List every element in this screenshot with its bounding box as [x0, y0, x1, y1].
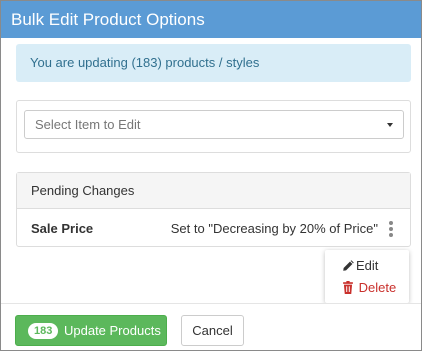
- update-count-badge: 183: [28, 323, 59, 339]
- pending-change-row: Sale Price Set to "Decreasing by 20% of …: [17, 210, 410, 247]
- pending-change-description: Set to "Decreasing by 20% of Price": [170, 221, 378, 236]
- select-item-dropdown[interactable]: Select Item to Edit: [24, 110, 404, 139]
- select-item-placeholder: Select Item to Edit: [35, 117, 141, 132]
- pending-changes-panel: Pending Changes Sale Price Set to "Decre…: [16, 172, 411, 247]
- update-products-button[interactable]: 183 Update Products: [15, 315, 167, 346]
- trash-icon: [343, 281, 353, 294]
- delete-menu-item[interactable]: Delete: [342, 278, 396, 298]
- vertical-ellipsis-icon[interactable]: [386, 221, 396, 237]
- select-item-panel: Select Item to Edit: [16, 100, 411, 153]
- info-alert: You are updating (183) products / styles: [16, 44, 411, 82]
- pending-change-field: Sale Price: [31, 221, 94, 236]
- delete-menu-label: Delete: [358, 280, 397, 295]
- caret-down-icon: [387, 123, 393, 127]
- bulk-edit-dialog: Bulk Edit Product Options You are updati…: [0, 0, 422, 351]
- pending-changes-header: Pending Changes: [17, 173, 410, 209]
- pencil-icon: [343, 260, 354, 271]
- dialog-footer: 183 Update Products Cancel: [1, 303, 421, 350]
- update-products-label: Update Products: [63, 323, 161, 338]
- edit-menu-item[interactable]: Edit: [342, 256, 378, 276]
- dialog-title: Bulk Edit Product Options: [1, 1, 421, 38]
- cancel-button[interactable]: Cancel: [181, 315, 244, 346]
- edit-menu-label: Edit: [356, 258, 379, 273]
- row-actions-menu: Edit Delete: [325, 250, 409, 303]
